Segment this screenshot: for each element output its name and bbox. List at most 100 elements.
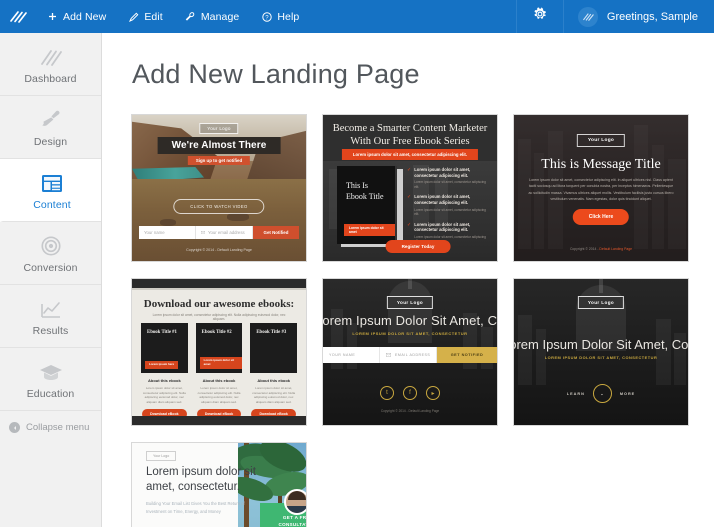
brand-stripes-avatar xyxy=(577,6,598,27)
wrench-icon xyxy=(185,11,196,22)
t3-paragraph: Lorem ipsum dolor sit amet, consectetur … xyxy=(528,178,674,201)
template-card-message-title[interactable]: Your Logo This is Message Title Lorem ip… xyxy=(513,114,689,262)
t7-logo: Your Logo xyxy=(146,451,177,461)
brand-stripes-logo[interactable] xyxy=(0,10,36,24)
menu-item-edit-label: Edit xyxy=(144,10,163,23)
t5-subhead: LOREM IPSUM DOLOR SIT AMET, CONSECTETUR xyxy=(352,331,468,336)
t5-signup-form: YOUR NAME EMAIL ADDRESS GET NOTIFIED xyxy=(323,347,497,363)
t1-name-field: Your name xyxy=(139,226,196,239)
sidebar: Dashboard Design Content Conversion Resu… xyxy=(0,33,102,527)
settings-button[interactable] xyxy=(515,0,564,33)
t3-footer-link: Default Landing Page xyxy=(599,247,633,251)
menu-item-help[interactable]: ? Help xyxy=(250,0,310,33)
user-greeting[interactable]: Greetings, Sample xyxy=(564,0,714,33)
t1-email-field: Your email address xyxy=(196,226,253,239)
t7-paragraph: Building Your Email List Gives You the B… xyxy=(146,501,245,514)
sidebar-item-dashboard[interactable]: Dashboard xyxy=(0,33,101,96)
sidebar-item-content[interactable]: Content xyxy=(0,159,101,222)
t5-logo: Your Logo xyxy=(386,296,434,309)
t6-building xyxy=(656,319,671,385)
t1-cta-button: Sign up to get notified xyxy=(187,156,251,165)
template-card-were-almost-there[interactable]: Your Logo We're Almost There Sign up to … xyxy=(131,114,307,262)
t4-book-cover: Ebook Title #1 Lorem ipsum here xyxy=(141,323,188,373)
avatar-shirt xyxy=(287,506,306,513)
layout-grid-icon xyxy=(40,170,64,194)
t1-rock xyxy=(160,219,176,226)
sidebar-item-conversion[interactable]: Conversion xyxy=(0,222,101,285)
t4-top-bar xyxy=(132,279,306,288)
menu-item-manage[interactable]: Manage xyxy=(174,0,251,33)
sidebar-item-conversion-label: Conversion xyxy=(23,261,78,274)
paintbrush-icon xyxy=(39,107,63,131)
template-card-gold-learn-more[interactable]: Your Logo Lorem Ipsum Dolor Sit Amet, Co… xyxy=(513,278,689,426)
t3-headline: This is Message Title xyxy=(541,157,661,172)
template-card-download-ebooks[interactable]: Download our awesome ebooks: Lorem ipsum… xyxy=(131,278,307,426)
plus-icon xyxy=(47,11,58,22)
t4-book-column: Ebook Title #3 About this ebook Lorem ip… xyxy=(250,323,298,419)
question-circle-icon: ? xyxy=(261,11,272,22)
t4-headline: Download our awesome ebooks: xyxy=(143,298,295,310)
t4-book-columns: Ebook Title #1 Lorem ipsum here About th… xyxy=(141,323,298,419)
t1-submit-button: Get Notified xyxy=(253,226,299,239)
t5-email-field: EMAIL ADDRESS xyxy=(380,347,437,363)
t3-logo: Your Logo xyxy=(576,134,626,147)
t1-email-placeholder: Your email address xyxy=(208,230,245,235)
check-icon: ✓ xyxy=(407,194,412,201)
envelope-icon xyxy=(201,231,205,234)
menu-item-add-new-label: Add New xyxy=(63,10,107,23)
template-card-free-consultation[interactable]: Your Logo Lorem ipsum dolor sit amet, co… xyxy=(131,442,307,527)
t2-bullet-title: Lorem ipsum dolor sit amet, consectetur … xyxy=(414,221,471,233)
t6-learn-more: LEARN ⌄ MORE xyxy=(514,384,688,403)
page-title: Add New Landing Page xyxy=(132,59,420,89)
t5-name-field: YOUR NAME xyxy=(323,347,380,363)
gear-icon xyxy=(533,7,547,26)
line-chart-icon xyxy=(39,296,63,320)
sidebar-item-design[interactable]: Design xyxy=(0,96,101,159)
t2-book-cover: This Is Ebook Title Lorem ipsum dolor si… xyxy=(337,166,397,244)
t5-email-placeholder: EMAIL ADDRESS xyxy=(395,353,431,357)
t6-logo: Your Logo xyxy=(577,296,625,309)
t6-subhead: LOREM IPSUM DOLOR SIT AMET, CONSECTETUR xyxy=(544,355,658,360)
sidebar-item-results[interactable]: Results xyxy=(0,285,101,348)
collapse-menu-button[interactable]: Collapse menu xyxy=(0,411,101,433)
t3-footer: Copyright © 2014 - Default Landing Page xyxy=(514,247,688,251)
facebook-icon: f xyxy=(403,386,417,400)
t2-bullet-text: Lorem ipsum dolor sit amet, consectetur … xyxy=(414,167,491,189)
sidebar-item-education[interactable]: Education xyxy=(0,348,101,411)
t4-book-blurb: Lorem ipsum dolor sit amet, consectetur … xyxy=(252,386,296,404)
t6-headline: Lorem Ipsum Dolor Sit Amet, Consectetur. xyxy=(514,337,689,352)
t3-click-here-button: Click Here xyxy=(572,209,630,225)
collapse-menu-label: Collapse menu xyxy=(26,422,90,433)
menu-item-edit[interactable]: Edit xyxy=(117,0,174,33)
t4-book-badge: Lorem ipsum here xyxy=(145,361,179,369)
play-icon: ▸ xyxy=(426,386,440,400)
envelope-icon xyxy=(386,353,391,357)
t5-social-links: t f ▸ xyxy=(323,386,497,400)
sidebar-item-education-label: Education xyxy=(26,387,75,400)
t6-dome-spire xyxy=(599,279,603,293)
chevron-down-icon: ⌄ xyxy=(592,384,612,403)
t4-about-label: About this ebook xyxy=(257,378,291,383)
twitter-icon: t xyxy=(380,386,394,400)
graduation-cap-icon xyxy=(39,359,63,383)
t2-sub-button: Lorem ipsum dolor sit amet, consectetur … xyxy=(341,149,479,160)
t1-signup-form: Your name Your email address Get Notifie… xyxy=(139,226,299,239)
t4-book-badge: Lorem ipsum dolor sit amet xyxy=(199,357,243,369)
t2-bullet-list: ✓ Lorem ipsum dolor sit amet, consectetu… xyxy=(407,167,491,249)
t2-bullet-body: Lorem ipsum dolor sit amet, consectetur … xyxy=(414,207,486,217)
t4-book-blurb: Lorem ipsum dolor sit amet, consectetur … xyxy=(197,386,241,404)
template-card-gold-notify[interactable]: Your Logo Lorem Ipsum Dolor Sit Amet, Co… xyxy=(322,278,498,426)
menu-item-manage-label: Manage xyxy=(200,10,240,23)
t4-book-title: Ebook Title #2 xyxy=(201,330,232,335)
t4-about-label: About this ebook xyxy=(148,378,181,383)
sidebar-item-results-label: Results xyxy=(32,324,69,337)
t2-bullet: ✓ Lorem ipsum dolor sit amet, consectetu… xyxy=(407,194,491,216)
t2-bullet-title: Lorem ipsum dolor sit amet, consectetur … xyxy=(414,167,471,178)
template-card-ebook-series[interactable]: Become a Smarter Content Marketer With O… xyxy=(322,114,498,262)
menu-item-add-new[interactable]: Add New xyxy=(36,0,117,33)
user-greeting-label: Greetings, Sample xyxy=(606,10,698,23)
t4-book-blurb: Lorem ipsum dolor sit amet, consectetur … xyxy=(142,386,186,404)
t6-learn-label: LEARN xyxy=(566,391,585,396)
top-bar: Add New Edit Manage ? Help Greetings, Sa… xyxy=(0,0,714,33)
t2-book-badge: Lorem ipsum dolor sit amet xyxy=(344,224,395,236)
